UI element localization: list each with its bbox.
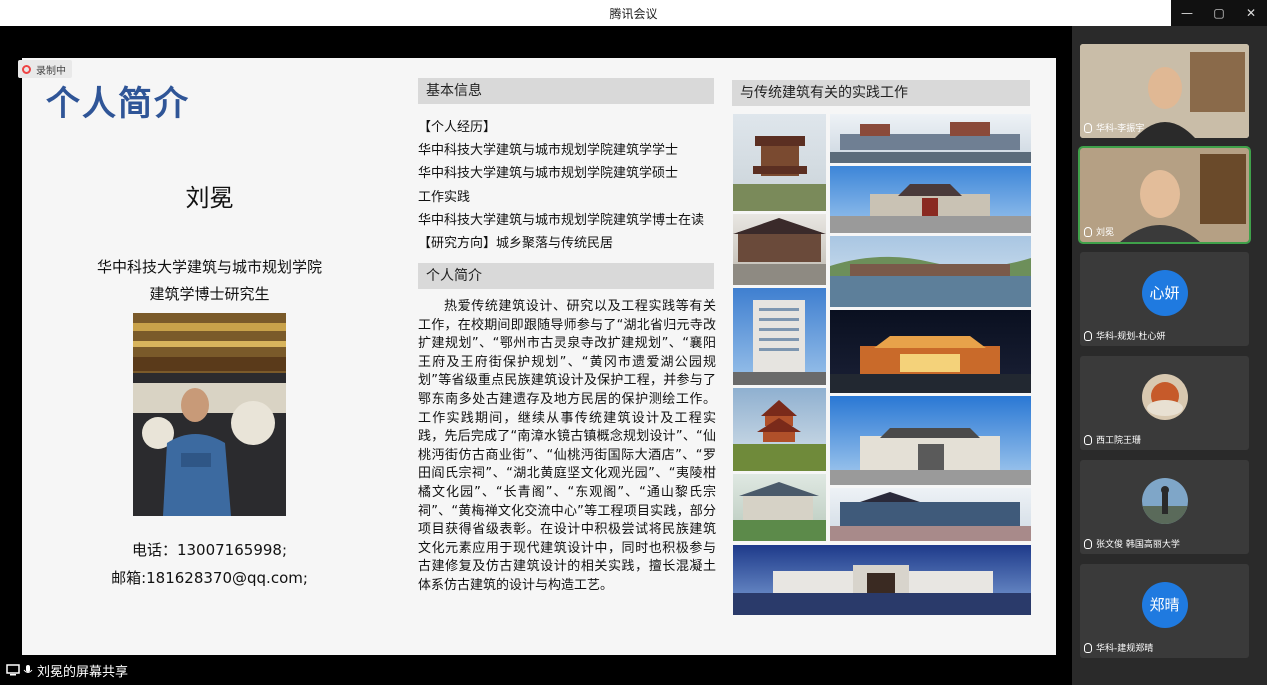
participant-tile-active[interactable]: 刘冕 bbox=[1078, 146, 1251, 244]
presenter-name: 刘冕 bbox=[185, 184, 234, 212]
basic-info-line: 华中科技大学建筑与城市规划学院建筑学学士 bbox=[418, 143, 679, 159]
affiliation-line-1: 华中科技大学建筑与城市规划学院 bbox=[96, 258, 322, 276]
gallery-photo bbox=[830, 488, 1031, 541]
gallery-photo bbox=[733, 214, 826, 285]
participant-tile[interactable]: 张文俊 韩国高丽大学 bbox=[1080, 460, 1249, 554]
practice-heading: 与传统建筑有关的实践工作 bbox=[732, 80, 1030, 106]
participant-label: 张文俊 韩国高丽大学 bbox=[1084, 537, 1180, 550]
mic-icon bbox=[1084, 226, 1092, 237]
participant-tile[interactable]: 郑晴 华科-建规郑晴 bbox=[1080, 564, 1249, 658]
mic-icon bbox=[23, 665, 33, 673]
basic-info-line: 华中科技大学建筑与城市规划学院建筑学博士在读 bbox=[418, 212, 705, 228]
gallery-photo bbox=[733, 474, 826, 541]
screen-share-label: 刘冕的屏幕共享 bbox=[37, 664, 129, 680]
participant-avatar bbox=[1141, 478, 1188, 524]
slide-title: 个人简介 bbox=[46, 84, 190, 124]
basic-info-list: 【个人经历】 华中科技大学建筑与城市规划学院建筑学学士 华中科技大学建筑与城市规… bbox=[418, 116, 718, 255]
participant-tile[interactable]: 华科-李振宇 bbox=[1080, 44, 1249, 138]
participant-tile[interactable]: 心妍 华科-规划-杜心妍 bbox=[1080, 252, 1249, 346]
gallery-photo bbox=[830, 396, 1031, 485]
basic-info-line: 【研究方向】城乡聚落与传统民居 bbox=[418, 236, 614, 252]
recording-label: 录制中 bbox=[36, 65, 66, 77]
shared-screen-stage: 个人简介 刘冕 华中科技大学建筑与城市规划学院 建筑学博士研究生 电话：1300… bbox=[0, 26, 1072, 685]
screen-share-icon bbox=[6, 664, 20, 676]
affiliation-line-2: 建筑学博士研究生 bbox=[149, 285, 270, 303]
participant-avatar: 郑晴 bbox=[1141, 582, 1188, 628]
gallery-photo bbox=[733, 114, 826, 211]
screen-share-bar: 刘冕的屏幕共享 bbox=[0, 655, 1072, 685]
close-icon[interactable]: ✕ bbox=[1235, 0, 1267, 26]
mic-icon bbox=[1084, 122, 1092, 133]
window-title: 腾讯会议 bbox=[609, 7, 658, 21]
mic-icon bbox=[1084, 330, 1092, 341]
mic-icon bbox=[1084, 642, 1092, 653]
basic-info-line: 工作实践 bbox=[418, 189, 471, 205]
participants-panel: 华科-李振宇 刘冕 心妍 华科-规划-杜心妍 西工院王珊 张文俊 韩国高丽大学 … bbox=[1072, 26, 1267, 685]
portrait-photo bbox=[133, 313, 286, 516]
contact-info: 电话：13007165998; 邮箱:181628370@qq.com; bbox=[22, 536, 397, 592]
participant-avatar: 心妍 bbox=[1141, 270, 1188, 316]
phone-text: 电话：13007165998; bbox=[131, 541, 288, 559]
gallery-photo bbox=[733, 545, 1031, 615]
gallery-photo bbox=[830, 236, 1031, 307]
maximize-icon[interactable]: ▢ bbox=[1203, 0, 1235, 26]
participant-label: 西工院王珊 bbox=[1084, 433, 1141, 446]
minimize-icon[interactable]: — bbox=[1171, 0, 1203, 26]
window-controls: — ▢ ✕ bbox=[1171, 0, 1267, 26]
participant-label: 华科-建规郑晴 bbox=[1084, 641, 1153, 654]
basic-info-line: 【个人经历】 bbox=[418, 120, 497, 135]
basic-info-heading: 基本信息 bbox=[418, 78, 714, 104]
participant-avatar bbox=[1141, 374, 1188, 420]
record-icon bbox=[22, 64, 31, 74]
gallery-photo bbox=[733, 388, 826, 471]
participant-tile[interactable]: 西工院王珊 bbox=[1080, 356, 1249, 450]
gallery-photo bbox=[830, 310, 1031, 393]
participant-label: 刘冕 bbox=[1084, 225, 1114, 238]
basic-info-line: 华中科技大学建筑与城市规划学院建筑学硕士 bbox=[418, 166, 679, 182]
mic-icon bbox=[1084, 538, 1092, 549]
gallery-photo bbox=[830, 166, 1031, 233]
gallery-photo bbox=[830, 114, 1031, 163]
intro-paragraph: 热爱传统建筑设计、研究以及工程实践等有关工作，在校期间即跟随导师参与了“湖北省归… bbox=[418, 299, 716, 593]
mic-icon bbox=[1084, 434, 1092, 445]
presenter-affiliation: 华中科技大学建筑与城市规划学院 建筑学博士研究生 bbox=[22, 254, 397, 308]
presentation-slide: 个人简介 刘冕 华中科技大学建筑与城市规划学院 建筑学博士研究生 电话：1300… bbox=[22, 58, 1056, 667]
email-text: 邮箱:181628370@qq.com; bbox=[111, 569, 308, 587]
participant-label: 华科-李振宇 bbox=[1084, 121, 1144, 134]
recording-badge[interactable]: 录制中 bbox=[18, 60, 72, 78]
participant-label: 华科-规划-杜心妍 bbox=[1084, 329, 1166, 342]
intro-heading: 个人简介 bbox=[418, 263, 714, 289]
window-titlebar: 腾讯会议 — ▢ ✕ bbox=[0, 0, 1267, 26]
gallery-photo bbox=[733, 288, 826, 385]
